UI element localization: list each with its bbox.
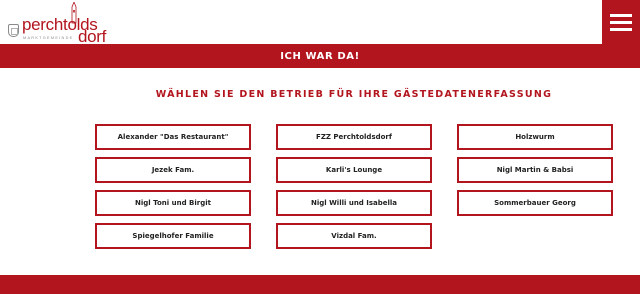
site-header: perchtolds dorf MARKTGEMEINDE xyxy=(0,0,640,46)
business-button[interactable]: Sommerbauer Georg xyxy=(457,190,613,216)
perchtoldsdorf-logo[interactable]: perchtolds dorf MARKTGEMEINDE xyxy=(6,2,116,46)
business-button[interactable]: Karli's Lounge xyxy=(276,157,432,183)
page-heading: WÄHLEN SIE DEN BETRIEB FÜR IHRE GÄSTEDAT… xyxy=(155,89,553,100)
site-footer xyxy=(0,275,640,294)
business-button[interactable]: Holzwurm xyxy=(457,124,613,150)
business-button[interactable]: Nigl Toni und Birgit xyxy=(95,190,251,216)
logo-subtitle: MARKTGEMEINDE xyxy=(23,36,74,40)
menu-bar-icon xyxy=(610,27,632,31)
business-button[interactable]: Nigl Martin & Babsi xyxy=(457,157,613,183)
business-button[interactable]: Jezek Fam. xyxy=(95,157,251,183)
banner-title: ICH WAR DA! xyxy=(280,50,360,62)
business-button[interactable]: Alexander "Das Restaurant" xyxy=(95,124,251,150)
business-button[interactable]: FZZ Perchtoldsdorf xyxy=(276,124,432,150)
menu-bar-icon xyxy=(610,20,632,24)
business-button[interactable]: Vizdal Fam. xyxy=(276,223,432,249)
business-button[interactable]: Spiegelhofer Familie xyxy=(95,223,251,249)
menu-bar-icon xyxy=(610,13,632,17)
coat-of-arms-icon xyxy=(8,24,19,37)
page-banner: ICH WAR DA! xyxy=(0,44,640,68)
hamburger-menu-button[interactable] xyxy=(602,0,640,44)
business-button[interactable]: Nigl Willi und Isabella xyxy=(276,190,432,216)
